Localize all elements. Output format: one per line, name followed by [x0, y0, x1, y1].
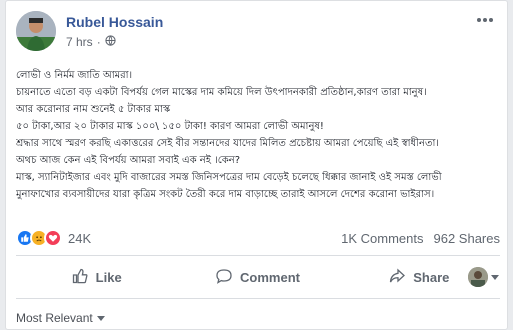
caret-down-icon	[96, 311, 105, 325]
post-card: Rubel Hossain 7 hrs · লোভী ও নির্মম জাতি…	[5, 0, 508, 330]
post-line: ৫০ টাকা,আর ২০ টাকার মাস্ক ১০০\ ১৫০ টাকা!…	[16, 121, 324, 132]
post-line: চায়নাতে এতো বড় একটা বিপর্যয় গেল মাস্ক…	[16, 87, 427, 98]
engagement-counts: 1K Comments 962 Shares	[341, 231, 500, 246]
comments-count[interactable]: 1K Comments	[341, 231, 423, 246]
page-selector[interactable]	[468, 267, 499, 287]
comment-icon	[216, 268, 232, 287]
divider-bottom	[16, 298, 500, 299]
like-label: Like	[95, 269, 122, 285]
divider-top	[16, 255, 500, 256]
shares-count[interactable]: 962 Shares	[434, 231, 501, 246]
post-line: শ্রদ্ধার সাথে স্মরণ করছি একাত্তরের সেই ব…	[16, 138, 439, 149]
post-text: লোভী ও নির্মম জাতি আমরা। চায়নাতে এতো বড…	[16, 67, 506, 203]
sort-label: Most Relevant	[16, 311, 93, 325]
post-line: আর করোনার নাম শুনেই ৫ টাকার মাস্ক	[16, 104, 171, 115]
more-options-icon[interactable]	[474, 13, 496, 27]
post-meta: 7 hrs ·	[66, 35, 116, 49]
reaction-count: 24K	[68, 230, 92, 246]
page-avatar	[468, 267, 488, 287]
post-line: মুনাফাখোর ব্যবসায়ীদের যারা কৃত্রিম সংকট…	[16, 189, 435, 200]
post-time[interactable]: 7 hrs	[66, 35, 93, 49]
action-bar: Like Comment Share	[16, 260, 500, 294]
post-line: লোভী ও নির্মম জাতি আমরা।	[16, 70, 133, 81]
share-icon	[389, 268, 406, 287]
comment-button[interactable]: Comment	[177, 260, 338, 294]
author-name[interactable]: Rubel Hossain	[66, 14, 163, 30]
globe-icon	[105, 35, 116, 49]
post-stats: 24K 1K Comments 962 Shares	[16, 229, 500, 249]
post-line: অথচ আজ কেন এই বিপর্যয় আমরা সবাই এক নই ।…	[16, 155, 241, 166]
comment-label: Comment	[240, 269, 300, 285]
meta-separator: ·	[96, 35, 101, 49]
post-header: Rubel Hossain 7 hrs ·	[16, 11, 496, 51]
post-line: মাস্ক, স্যানিটাইজার এবং মুদি বাজারের সমস…	[16, 172, 442, 183]
chevron-down-icon	[491, 268, 499, 286]
like-icon	[72, 268, 88, 287]
like-button[interactable]: Like	[16, 260, 177, 294]
avatar[interactable]	[16, 11, 56, 51]
love-icon	[44, 229, 62, 247]
reactions-summary[interactable]: 24K	[16, 229, 91, 247]
comment-sort[interactable]: Most Relevant	[16, 311, 105, 325]
share-label: Share	[413, 269, 450, 285]
